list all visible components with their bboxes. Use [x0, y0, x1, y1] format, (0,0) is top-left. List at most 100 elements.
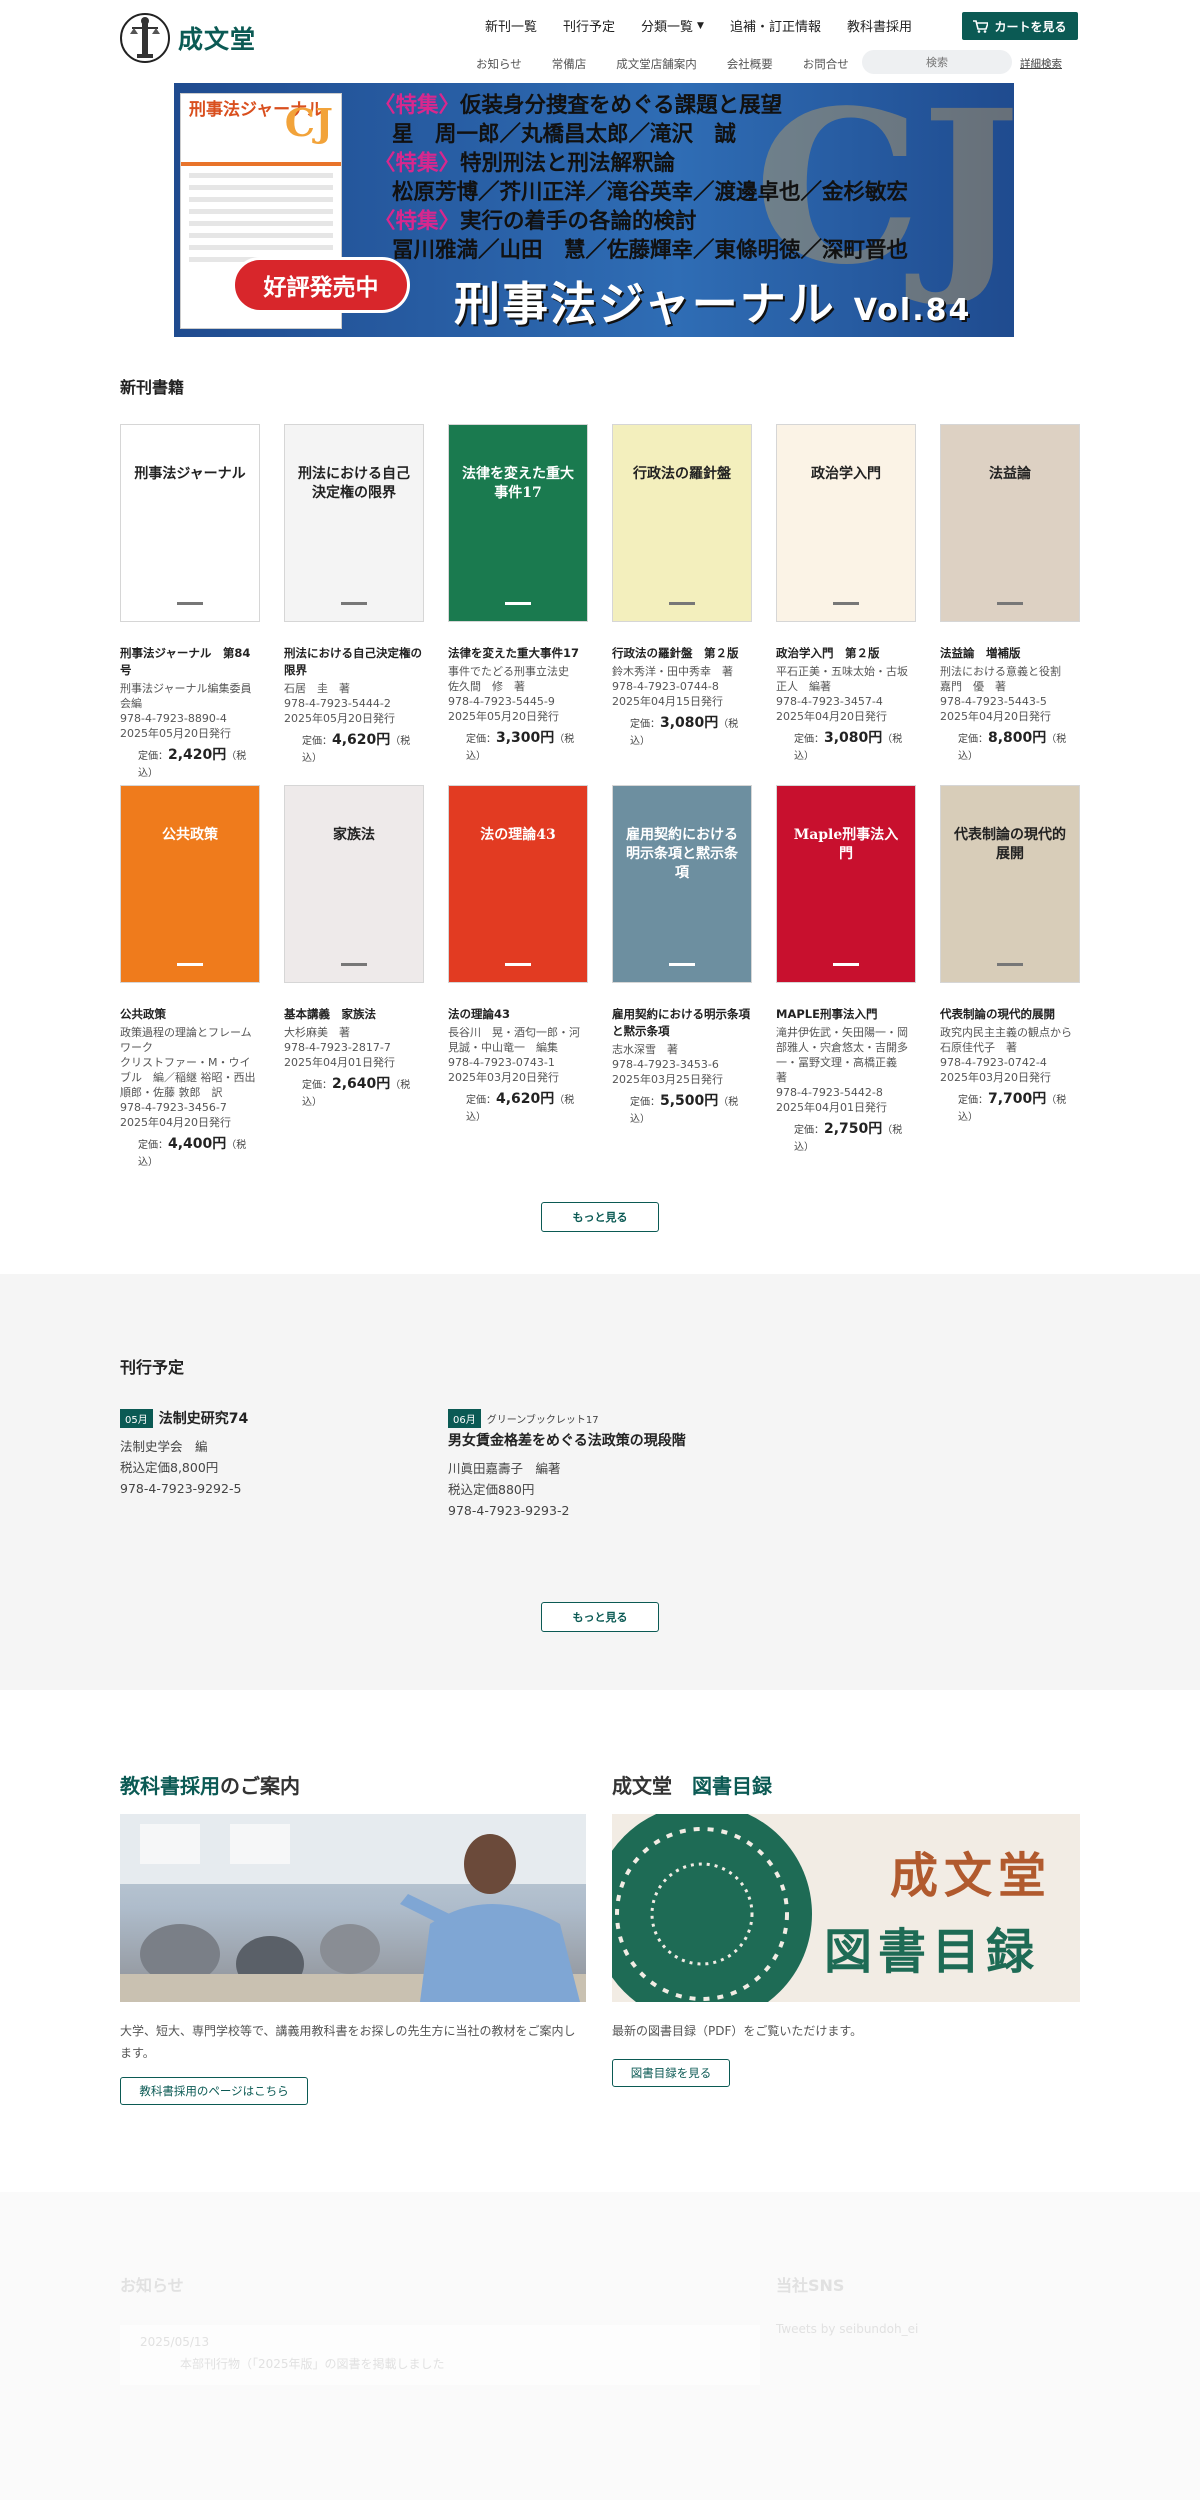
book-cover[interactable]: 刑法における自己決定権の限界	[284, 424, 424, 622]
cart-button[interactable]: カートを見る	[962, 12, 1078, 40]
nav-new-books[interactable]: 新刊一覧	[485, 16, 537, 35]
book-title[interactable]: 基本講義 家族法	[284, 1006, 424, 1023]
cart-icon	[973, 19, 989, 33]
new-books-more-button[interactable]: もっと見る	[541, 1202, 659, 1232]
cover-logo: CJ	[284, 100, 333, 145]
nav-company[interactable]: 会社概要	[727, 56, 773, 72]
upcoming-title: 男女賃金格差をめぐる法政策の現段階	[448, 1433, 686, 1449]
news-heading: お知らせ	[120, 2276, 184, 2295]
nav-categories[interactable]: 分類一覧 ▼	[641, 16, 704, 35]
book-meta-line: 滝井伊佐武・矢田陽一・岡部雅人・宍倉悠太・吉開多一・冨野文理・高橋正義 著	[776, 1026, 908, 1084]
sns-heading: 当社SNS	[776, 2276, 845, 2295]
book-cover-title: 法律を変えた重大事件17	[462, 466, 574, 501]
book-meta-line: 鈴木秀洋・田中秀幸 著	[612, 665, 733, 678]
book-cover[interactable]: 法律を変えた重大事件17	[448, 424, 588, 622]
textbook-photo[interactable]	[120, 1814, 586, 2002]
upcoming-isbn: 978-4-7923-9292-5	[120, 1481, 242, 1496]
book-card[interactable]: 公共政策 公共政策 政策過程の理論とフレームワーク クリストファー・M・ウイブル 編／…	[120, 785, 260, 1168]
book-price: 定価：3,080円（税込）	[794, 730, 903, 762]
sns-tweets-link[interactable]: Tweets by seibundoh_ei	[776, 2322, 918, 2336]
book-cover[interactable]: 政治学入門	[776, 424, 916, 622]
banner-line: 〈特集〉仮装身分捜査をめぐる課題と展望	[374, 93, 783, 118]
book-meta-line: 978-4-7923-0742-4	[940, 1056, 1047, 1069]
book-meta-line: 2025年04月20日発行	[120, 1116, 231, 1129]
book-meta-line: 2025年04月01日発行	[776, 1101, 887, 1114]
new-books-heading: 新刊書籍	[120, 378, 185, 397]
nav-upcoming[interactable]: 刊行予定	[563, 16, 615, 35]
book-card[interactable]: 家族法 基本講義 家族法 大杉麻美 著 978-4-7923-2817-7 2025年0…	[284, 785, 424, 1108]
book-cover[interactable]: 刑事法ジャーナル	[120, 424, 260, 622]
book-cover-title: 家族法	[333, 827, 375, 843]
book-price: 定価：4,620円（税込）	[466, 1091, 575, 1123]
nav-news[interactable]: お知らせ	[476, 56, 522, 72]
book-title[interactable]: 法益論 増補版	[940, 645, 1080, 662]
upcoming-item[interactable]: 06月 グリーンブックレット17 男女賃金格差をめぐる法政策の現段階 川眞田嘉壽子…	[448, 1408, 758, 1521]
site-header: 成文堂 新刊一覧 刊行予定 分類一覧 ▼ 追補・訂正情報 教科書採用 カートを見る…	[0, 0, 1200, 78]
upcoming-more-button[interactable]: もっと見る	[541, 1602, 659, 1632]
book-meta: 志水深雪 著 978-4-7923-3453-6 2025年03月25日発行	[612, 1042, 752, 1087]
book-meta: 刑法における意義と役割 嘉門 優 著 978-4-7923-5443-5 2025年0…	[940, 664, 1080, 724]
book-meta-line: 平石正美・五味太始・古坂正人 編著	[776, 665, 908, 693]
book-cover[interactable]: 雇用契約における明示条項と黙示条項	[612, 785, 752, 983]
nav-textbook[interactable]: 教科書採用	[847, 16, 912, 35]
book-meta-line: 978-4-7923-2817-7	[284, 1041, 391, 1054]
catalog-image[interactable]: 成文堂 図書目録	[612, 1814, 1080, 2002]
book-title[interactable]: 公共政策	[120, 1006, 260, 1023]
book-cover[interactable]: 行政法の羅針盤	[612, 424, 752, 622]
book-cover-title: 法の理論43	[480, 827, 556, 843]
upcoming-series: グリーンブックレット17	[486, 1415, 599, 1426]
nav-contact[interactable]: お問合せ	[803, 56, 849, 72]
book-card[interactable]: 法益論法益論 増補版刑法における意義と役割 嘉門 優 著 978-4-7923-54…	[940, 424, 1080, 762]
book-card[interactable]: 代表制論の現代的展開 代表制論の現代的展開 政究内民主主義の観点から 石原佳代子 著9…	[940, 785, 1080, 1123]
textbook-page-button[interactable]: 教科書採用のページはこちら	[120, 2077, 308, 2105]
book-card[interactable]: 政治学入門 政治学入門 第２版 平石正美・五味太始・古坂正人 編著 978-4-792…	[776, 424, 916, 762]
book-cover[interactable]: 家族法	[284, 785, 424, 983]
book-cover[interactable]: 公共政策	[120, 785, 260, 983]
book-cover[interactable]: 法の理論43	[448, 785, 588, 983]
book-card[interactable]: 雇用契約における明示条項と黙示条項 雇用契約における明示条項と黙示条項 志水深雪 著…	[612, 785, 752, 1125]
cover-publisher-mark	[449, 590, 587, 609]
book-title[interactable]: 法の理論43	[448, 1006, 588, 1023]
book-meta-line: 978-4-7923-5445-9	[448, 695, 555, 708]
book-card[interactable]: 法律を変えた重大事件17 法律を変えた重大事件17 事件でたどる刑事立法史 佐久間 修…	[448, 424, 588, 762]
upcoming-item[interactable]: 05月 法制史研究74 法制史学会 編 税込定価8,800円 978-4-7923…	[120, 1408, 420, 1499]
upcoming-editor: 川眞田嘉壽子 編著	[448, 1461, 561, 1476]
search-input[interactable]	[862, 50, 1012, 74]
banner-line: 星 周一郎／丸橋昌太郎／滝沢 誠	[392, 122, 737, 147]
book-title[interactable]: 刑事法ジャーナル 第84号	[120, 645, 260, 679]
advanced-search-link[interactable]: 詳細検索	[1020, 56, 1062, 71]
site-logo[interactable]: 成文堂	[120, 12, 256, 64]
book-card[interactable]: 刑事法ジャーナル 刑事法ジャーナル 第84号 刑事法ジャーナル編集委員会編 978-4…	[120, 424, 260, 779]
catalog-image-title-1: 成文堂	[890, 1848, 1053, 1904]
hero-banner[interactable]: CJ 刑事法ジャーナル CJ 〈特集〉仮装身分捜査をめぐる課題と展望 星 周一郎…	[174, 83, 1014, 337]
book-meta: 石居 圭 著 978-4-7923-5444-2 2025年05月20日発行	[284, 681, 424, 726]
book-card[interactable]: Maple刑事法入門 MAPLE刑事法入門滝井伊佐武・矢田陽一・岡部雅人・宍倉悠太…	[776, 785, 916, 1153]
nav-stockists[interactable]: 常備店	[552, 56, 587, 72]
nav-categories-label: 分類一覧	[641, 20, 694, 35]
book-title[interactable]: 代表制論の現代的展開	[940, 1006, 1080, 1023]
book-title[interactable]: 法律を変えた重大事件17	[448, 645, 588, 662]
nav-errata[interactable]: 追補・訂正情報	[730, 16, 821, 35]
book-meta-line: 事件でたどる刑事立法史	[448, 665, 569, 678]
book-title[interactable]: 政治学入門 第２版	[776, 645, 916, 662]
book-price: 定価：5,500円（税込）	[630, 1093, 739, 1125]
book-card[interactable]: 行政法の羅針盤 行政法の羅針盤 第２版 鈴木秀洋・田中秀幸 著 978-4-7923-…	[612, 424, 752, 747]
cover-publisher-mark	[941, 590, 1079, 609]
textbook-heading: 教科書採用のご案内	[120, 1774, 300, 1798]
book-title[interactable]: 雇用契約における明示条項と黙示条項	[612, 1006, 752, 1040]
nav-stores[interactable]: 成文堂店舗案内	[616, 56, 697, 72]
book-cover[interactable]: 法益論	[940, 424, 1080, 622]
banner-magazine-title: 刑事法ジャーナル Vol.84	[454, 277, 972, 331]
book-cover[interactable]: Maple刑事法入門	[776, 785, 916, 983]
upcoming-price: 税込定価8,800円	[120, 1460, 219, 1475]
book-cover[interactable]: 代表制論の現代的展開	[940, 785, 1080, 983]
book-card[interactable]: 刑法における自己決定権の限界 刑法における自己決定権の限界 石居 圭 著 978-4-…	[284, 424, 424, 764]
book-title[interactable]: MAPLE刑事法入門	[776, 1006, 916, 1023]
news-item[interactable]: 2025/05/13 本部刊行物（「2025年版」の図書を掲載しました	[120, 2325, 760, 2385]
book-card[interactable]: 法の理論43 法の理論43 長谷川 晃・酒匂一郎・河見誠・中山竜一 編集 978-4-…	[448, 785, 588, 1123]
book-title[interactable]: 行政法の羅針盤 第２版	[612, 645, 752, 662]
catalog-button[interactable]: 図書目録を見る	[612, 2059, 730, 2087]
book-title[interactable]: 刑法における自己決定権の限界	[284, 645, 424, 679]
book-price: 定価：4,400円（税込）	[138, 1136, 247, 1168]
cover-publisher-mark	[449, 951, 587, 970]
